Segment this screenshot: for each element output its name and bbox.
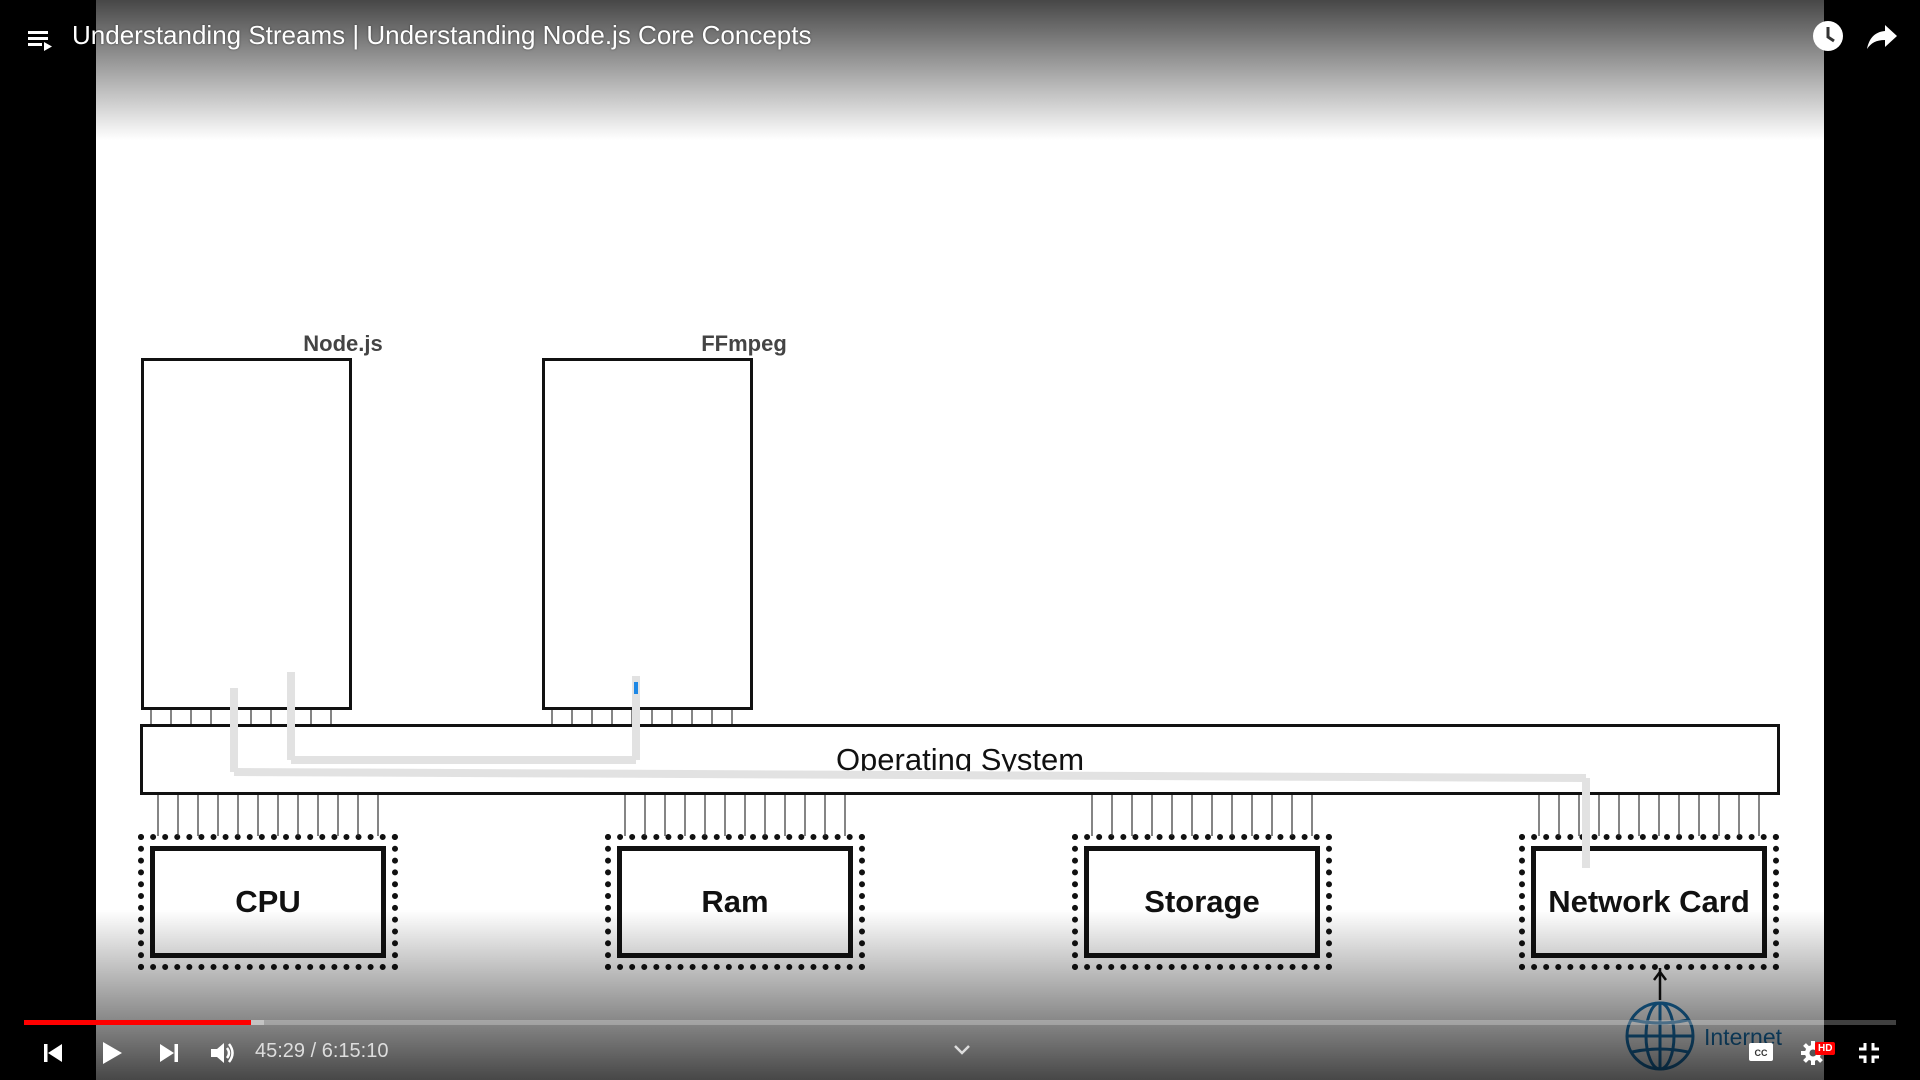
playlist-icon [28,31,52,51]
captions-button[interactable]: CC [1746,1040,1776,1064]
progress-bar[interactable] [24,1020,1896,1025]
current-time: 45:29 [255,1040,306,1062]
volume-icon [211,1043,234,1063]
svg-text:CC: CC [1755,1048,1768,1058]
exit-fullscreen-button[interactable] [1852,1036,1886,1070]
watch-later-button[interactable] [1808,16,1848,56]
share-icon [1867,25,1897,49]
time-display: 45:29 / 6:15:10 [255,1040,388,1063]
clock-icon [1813,21,1843,51]
exit-fullscreen-icon [1859,1043,1879,1063]
previous-button[interactable] [36,1036,70,1070]
share-button[interactable] [1862,16,1902,56]
globe-icon [1625,968,1695,1071]
video-title[interactable]: Understanding Streams | Understanding No… [72,20,811,51]
hd-badge: HD [1815,1042,1836,1055]
progress-played [24,1020,251,1025]
next-icon [160,1044,178,1062]
volume-button[interactable] [204,1036,240,1070]
expand-button[interactable] [950,1040,974,1060]
play-button[interactable] [92,1034,130,1072]
playlist-button[interactable] [22,22,58,58]
next-button[interactable] [152,1036,186,1070]
video-frame: Node.js FFmpeg Operating System CPU Ram … [96,0,1824,1080]
play-icon [103,1042,122,1064]
captions-icon: CC [1749,1043,1773,1061]
chevron-down-icon [954,1045,970,1055]
video-player[interactable]: Node.js FFmpeg Operating System CPU Ram … [0,0,1920,1080]
previous-icon [44,1044,62,1062]
duration: 6:15:10 [321,1040,389,1062]
time-separator: / [310,1040,317,1062]
